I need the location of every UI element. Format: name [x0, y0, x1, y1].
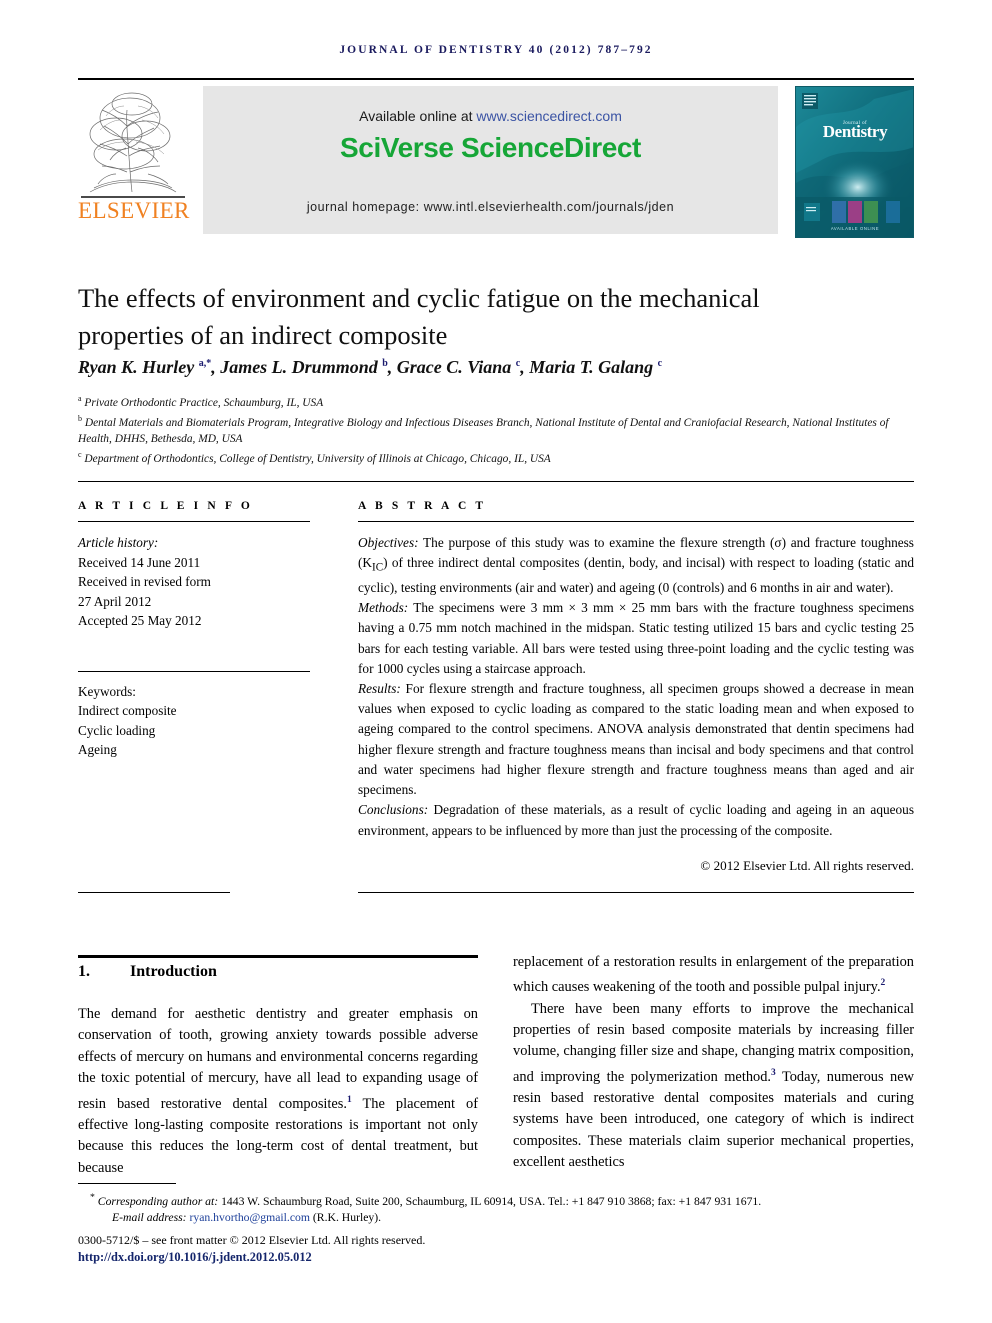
abstract-block-bottom-rule-right: [358, 892, 914, 893]
affiliation-marker: a: [78, 394, 82, 403]
section-heading-introduction: 1. Introduction: [78, 963, 478, 981]
abstract-column: A B S T R A C T Objectives: The purpose …: [358, 500, 914, 876]
footnote-block: * Corresponding author at: 1443 W. Schau…: [78, 1190, 926, 1227]
article-info-rule: [78, 521, 310, 522]
available-online-label: Available online at: [359, 108, 477, 124]
article-history-label: Article history:: [78, 535, 159, 550]
article-info-heading: A R T I C L E I N F O: [78, 500, 253, 512]
journal-homepage-line[interactable]: journal homepage: www.intl.elsevierhealt…: [203, 200, 778, 214]
body-column-left: The demand for aesthetic dentistry and g…: [78, 1004, 478, 1179]
page-title: The effects of environment and cyclic fa…: [78, 282, 760, 350]
elsevier-logo: ELSEVIER: [78, 86, 190, 238]
affiliation-marker: b: [78, 414, 82, 424]
body-paragraph: replacement of a restoration results in …: [513, 954, 914, 996]
abstract-heading: A B S T R A C T: [358, 500, 487, 512]
affiliation-item: a Private Orthodontic Practice, Schaumbu…: [78, 391, 914, 411]
keywords-label: Keywords:: [78, 683, 136, 699]
corresponding-author-note: * Corresponding author at: 1443 W. Schau…: [78, 1190, 926, 1210]
keyword-item: Indirect composite: [78, 703, 177, 718]
masthead: ELSEVIER Available online at www.science…: [78, 86, 914, 238]
article-info-column: A R T I C L E I N F O Article history: R…: [78, 500, 310, 760]
header-rule: [78, 78, 914, 80]
abstract-copyright: © 2012 Elsevier Ltd. All rights reserved…: [700, 857, 914, 873]
corresponding-author-label: Corresponding author at:: [97, 1194, 219, 1208]
sciencedirect-banner: Available online at www.sciencedirect.co…: [203, 86, 778, 234]
abstract-section: Conclusions: Degradation of these materi…: [358, 800, 914, 840]
article-history-line: 27 April 2012: [78, 593, 152, 609]
keyword-item: Ageing: [78, 742, 117, 757]
abstract-section-label: Methods:: [358, 600, 409, 616]
article-history-line: Received in revised form: [78, 574, 211, 589]
email-label: E-mail address:: [112, 1211, 187, 1225]
available-online-line: Available online at www.sciencedirect.co…: [203, 108, 778, 124]
body-column-right: replacement of a restoration results in …: [513, 952, 914, 1174]
abstract-section: Objectives: The purpose of this study wa…: [358, 533, 914, 598]
abstract-section-text: For flexure strength and fracture toughn…: [358, 681, 914, 798]
abstract-section-text: The purpose of this study was to examine…: [358, 535, 914, 596]
elsevier-wordmark: ELSEVIER: [78, 198, 190, 223]
abstract-section-label: Objectives:: [358, 535, 419, 550]
journal-cover-thumbnail: Journal of Dentistry AVAILABLE ONLINE: [795, 86, 914, 238]
keywords-block: Keywords: Indirect composite Cyclic load…: [78, 670, 310, 760]
running-head: Journal of Dentistry 40 (2012) 787–792: [339, 44, 653, 56]
section-number: 1.: [78, 963, 90, 980]
abstract-section-text: Degradation of these materials, as a res…: [358, 802, 914, 838]
abstract-section-text: The specimens were 3 mm × 3 mm × 25 mm b…: [358, 600, 914, 676]
affiliation-list: a Private Orthodontic Practice, Schaumbu…: [78, 391, 914, 468]
affiliation-text: Dental Materials and Biomaterials Progra…: [78, 417, 889, 445]
abstract-block-bottom-rule-left: [78, 892, 230, 893]
email-note: E-mail address: ryan.hvortho@gmail.com (…: [78, 1210, 926, 1226]
elsevier-tree-icon: [80, 88, 184, 200]
corresponding-author-marker: *: [90, 1192, 95, 1203]
affiliation-text: Department of Orthodontics, College of D…: [84, 453, 551, 466]
abstract-section: Results: For flexure strength and fractu…: [358, 679, 914, 800]
email-suffix: (R.K. Hurley).: [309, 1211, 382, 1225]
article-history: Article history: Received 14 June 2011 R…: [78, 533, 310, 631]
sciverse-sciencedirect-logo: SciVerse ScienceDirect: [340, 132, 641, 163]
article-history-line: Received 14 June 2011: [78, 554, 201, 570]
abstract-rule: [358, 521, 914, 522]
keywords-rule: [78, 670, 310, 672]
sciencedirect-url[interactable]: www.sciencedirect.com: [476, 108, 622, 124]
svg-text:Dentistry: Dentistry: [823, 122, 888, 141]
body-paragraph: The demand for aesthetic dentistry and g…: [78, 1006, 478, 1176]
body-paragraph: There have been many efforts to improve …: [513, 1000, 914, 1171]
corresponding-author-address: 1443 W. Schaumburg Road, Suite 200, Scha…: [218, 1194, 762, 1208]
affiliation-item: c Department of Orthodontics, College of…: [78, 447, 914, 467]
article-history-line: Accepted 25 May 2012: [78, 613, 202, 628]
keyword-item: Cyclic loading: [78, 722, 156, 738]
abstract-body: Objectives: The purpose of this study wa…: [358, 533, 914, 876]
email-link[interactable]: ryan.hvortho@gmail.com: [189, 1211, 309, 1224]
journal-article-page: Journal of Dentistry 40 (2012) 787–792: [0, 0, 992, 1323]
svg-text:AVAILABLE ONLINE: AVAILABLE ONLINE: [831, 226, 879, 231]
abstract-section-label: Conclusions:: [358, 802, 429, 818]
affiliation-marker: c: [78, 450, 82, 460]
abstract-section-label: Results:: [358, 681, 401, 697]
footnote-rule: [78, 1183, 176, 1184]
affiliation-item: b Dental Materials and Biomaterials Prog…: [78, 411, 914, 447]
issn-imprint-line: 0300-5712/$ – see front matter © 2012 El…: [78, 1233, 426, 1247]
abstract-section: Methods: The specimens were 3 mm × 3 mm …: [358, 598, 914, 679]
section-title: Introduction: [130, 963, 217, 980]
affiliation-text: Private Orthodontic Practice, Schaumburg…: [84, 396, 324, 409]
doi-link[interactable]: http://dx.doi.org/10.1016/j.jdent.2012.0…: [78, 1250, 312, 1265]
section-heading-rule: [78, 955, 478, 958]
author-list: Ryan K. Hurley a,*, James L. Drummond b,…: [78, 357, 663, 377]
abstract-block-top-rule: [78, 481, 914, 482]
